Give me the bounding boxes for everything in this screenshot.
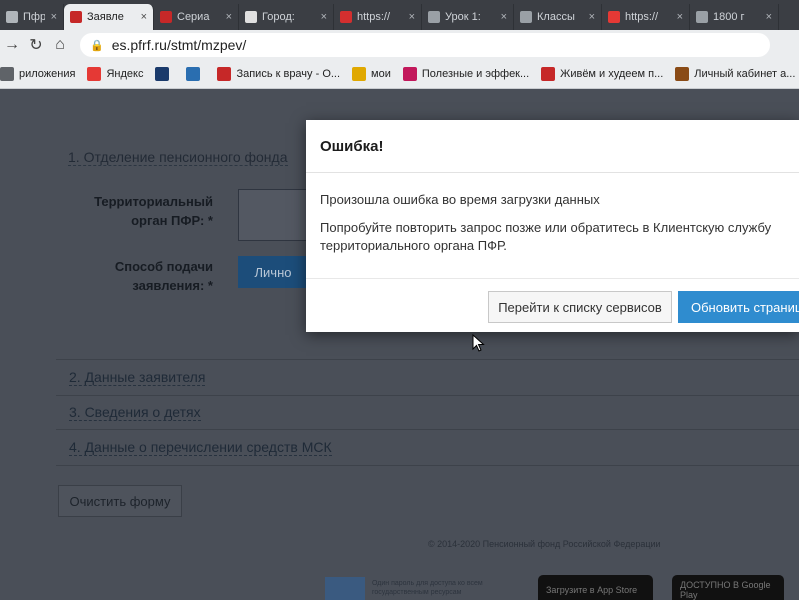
app-store-badge[interactable]: Загрузите в App Store — [538, 575, 653, 600]
home-icon[interactable]: ⌂ — [48, 36, 72, 54]
lock-icon[interactable]: 🔒 — [90, 39, 104, 52]
divider — [56, 359, 799, 360]
bookmark-item[interactable]: Запись к врачу - О... — [217, 67, 340, 81]
section-4-header[interactable]: 4. Данные о перечислении средств МСК — [69, 439, 332, 456]
apps-icon — [0, 67, 14, 81]
medical-cross-icon — [217, 67, 232, 81]
gosuslugi-text: Один пароль для доступа ко всем государс… — [372, 580, 483, 596]
bookmark-label: Яндекс — [106, 68, 144, 80]
section-3-header[interactable]: 3. Сведения о детях — [69, 404, 201, 421]
bookmark-item[interactable]: мои — [352, 67, 391, 81]
tab-favicon-icon — [520, 11, 532, 23]
refresh-page-button[interactable]: Обновить страницу — [678, 291, 799, 323]
method-label: Способ подачи заявления: * — [114, 259, 213, 293]
tab-title: Город: — [262, 11, 295, 23]
coin-icon — [675, 67, 690, 81]
bookmark-label: Живём и худеем п... — [560, 68, 664, 80]
tab[interactable]: Сериа × — [154, 4, 239, 30]
tab-favicon-icon — [608, 11, 620, 23]
tab-title: Урок 1: — [445, 11, 481, 23]
modal-title: Ошибка! — [320, 137, 384, 155]
section-2-header[interactable]: 2. Данные заявителя — [69, 369, 206, 386]
tab-title: Заявле — [87, 11, 124, 23]
bookmark-label: риложения — [19, 68, 76, 80]
error-message: Произошла ошибка во время загрузки данны… — [320, 192, 600, 207]
bookmark-item[interactable]: Яндекс — [87, 67, 143, 81]
divider — [56, 465, 799, 466]
tab-favicon-icon — [70, 11, 82, 23]
divider — [56, 429, 799, 430]
tab-favicon-icon — [428, 11, 440, 23]
tab-title: https:// — [357, 11, 391, 23]
health-icon — [402, 67, 417, 81]
divider — [56, 395, 799, 396]
url-text: es.pfrf.ru/stmt/mzpev/ — [111, 37, 247, 53]
bookmark-item[interactable]: Живём и худеем п... — [541, 67, 663, 81]
go-to-services-button[interactable]: Перейти к списку сервисов — [488, 291, 672, 323]
forward-icon[interactable]: → — [0, 36, 24, 54]
bookmark-label: мои — [371, 68, 391, 80]
tab-title: https:// — [625, 11, 659, 23]
tab-favicon-icon — [696, 11, 708, 23]
tab-title: Сериа — [177, 11, 210, 23]
seven-icon — [541, 67, 556, 81]
clear-form-button[interactable]: Очистить форму — [58, 485, 182, 517]
bookmark-item[interactable]: риложения — [0, 67, 75, 81]
tab[interactable]: 1800 г × — [690, 4, 779, 30]
tab-close-icon[interactable]: × — [409, 11, 415, 23]
address-bar[interactable]: 🔒 es.pfrf.ru/stmt/mzpev/ — [80, 33, 770, 57]
yandex-icon — [87, 67, 102, 81]
tab-favicon-icon — [340, 11, 352, 23]
bookmark-label: Запись к врачу - О... — [236, 68, 341, 80]
tab-strip: Пфр ос×Заявле×Сериа×Город:×https://×Урок… — [0, 0, 799, 30]
tab[interactable]: Пфр ос × — [0, 4, 64, 30]
bookmarks-bar: риложения Яндекс Запись к врачу - О... мои П… — [0, 60, 799, 89]
tab-close-icon[interactable]: × — [589, 11, 595, 23]
tab-close-icon[interactable]: × — [51, 11, 57, 23]
error-modal: Ошибка! Произошла ошибка во время загруз… — [306, 120, 799, 332]
browser-toolbar: → ↻ ⌂ 🔒 es.pfrf.ru/stmt/mzpev/ — [0, 30, 799, 60]
bookmark-icon-1 — [155, 67, 170, 81]
territorial-label: Территориальный орган ПФР: * — [94, 194, 213, 228]
bookmark-item[interactable]: Полезные и эффек... — [402, 67, 530, 81]
tab-favicon-icon — [245, 11, 257, 23]
tab-title: 1800 г — [713, 11, 745, 23]
tab-close-icon[interactable]: × — [766, 11, 772, 23]
tab-close-icon[interactable]: × — [321, 11, 327, 23]
bookmark-label: Личный кабинет а... — [694, 68, 796, 80]
tab[interactable]: Классы × — [514, 4, 602, 30]
tab[interactable]: https:// × — [602, 4, 690, 30]
bookmark-item[interactable] — [155, 67, 174, 81]
footer-copyright: © 2014-2020 Пенсионный фонд Российской Ф… — [428, 539, 661, 549]
modal-body: Произошла ошибка во время загрузки данны… — [306, 173, 799, 255]
gosuslugi-logo[interactable] — [325, 577, 365, 600]
tab-close-icon[interactable]: × — [226, 11, 232, 23]
tab[interactable]: Город: × — [239, 4, 334, 30]
tab-favicon-icon — [6, 11, 18, 23]
bookmark-icon-2 — [186, 67, 201, 81]
modal-header: Ошибка! — [306, 120, 799, 173]
tab-title: Пфр ос — [23, 11, 45, 23]
tab[interactable]: https:// × — [334, 4, 422, 30]
tab-close-icon[interactable]: × — [141, 11, 147, 23]
method-personal-button[interactable]: Лично — [238, 256, 308, 288]
tab-close-icon[interactable]: × — [677, 11, 683, 23]
section-1-header[interactable]: 1. Отделение пенсионного фонда — [68, 149, 288, 166]
tab[interactable]: Заявле × — [64, 4, 154, 30]
bookmark-item[interactable]: Личный кабинет а... — [675, 67, 795, 81]
reload-icon[interactable]: ↻ — [24, 35, 48, 55]
bookmark-label: Полезные и эффек... — [421, 68, 530, 80]
modal-footer: Перейти к списку сервисов Обновить стран… — [306, 278, 799, 333]
bookmark-item[interactable] — [186, 67, 205, 81]
mouse-cursor-icon — [472, 334, 485, 352]
tab[interactable]: Урок 1: × — [422, 4, 514, 30]
tab-close-icon[interactable]: × — [501, 11, 507, 23]
error-hint: Попробуйте повторить запрос позже или об… — [320, 220, 772, 253]
google-play-badge[interactable]: ДОСТУПНО В Google Play — [672, 575, 784, 600]
tab-favicon-icon — [160, 11, 172, 23]
folder-icon — [352, 67, 367, 81]
tab-title: Классы — [537, 11, 575, 23]
